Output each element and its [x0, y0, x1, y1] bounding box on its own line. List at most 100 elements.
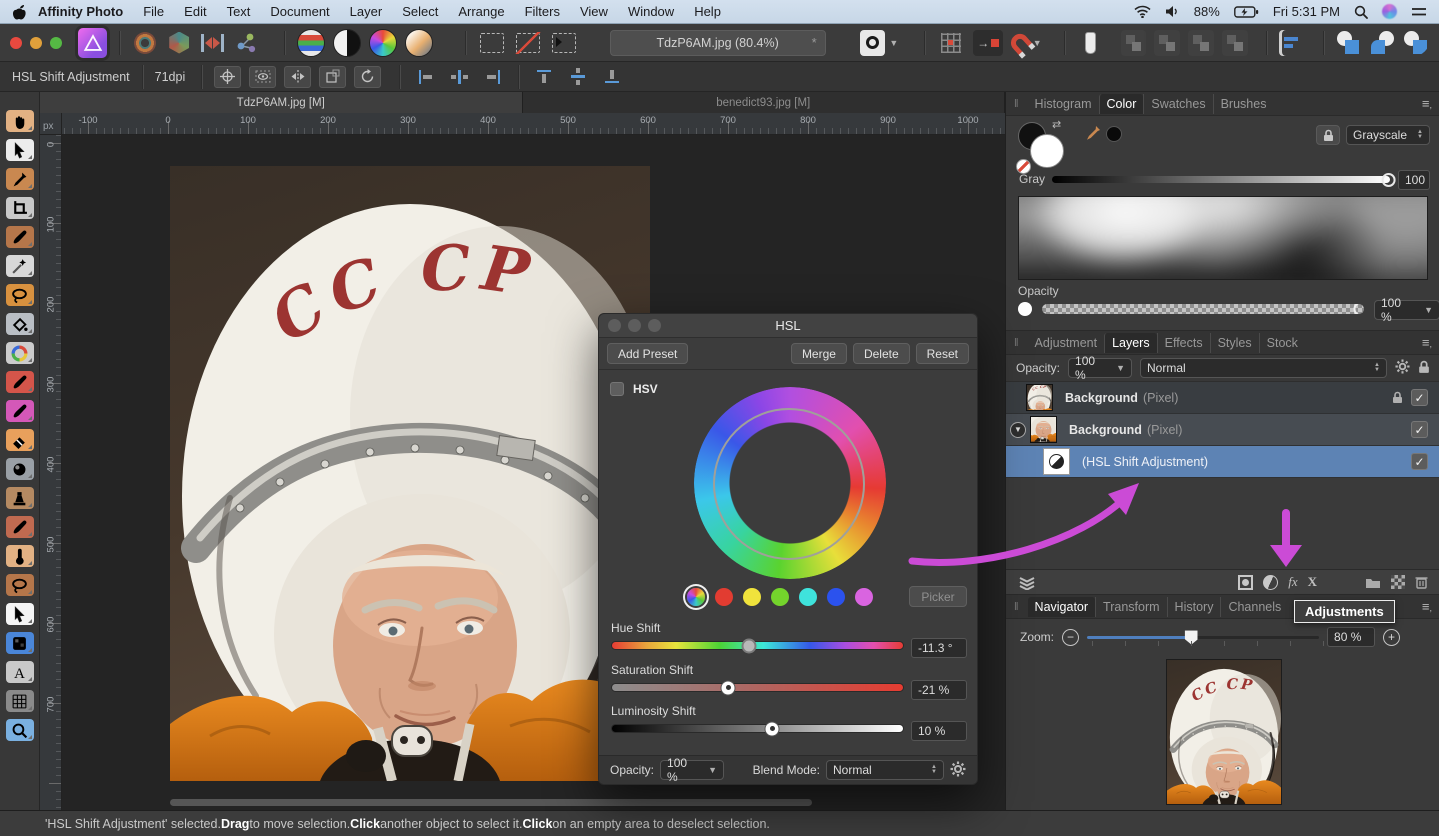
align-right-button[interactable]	[480, 66, 506, 88]
view-tool[interactable]	[6, 110, 34, 132]
menu-item[interactable]: Arrange	[448, 4, 514, 19]
hsl-adjustment-icon[interactable]	[369, 29, 397, 57]
selection-brush-tool[interactable]	[6, 255, 34, 277]
adjustment-layer-icon[interactable]	[1263, 575, 1278, 590]
recent-color-swatch[interactable]	[1106, 126, 1122, 142]
layer-visibility-checkbox[interactable]: ✓	[1411, 421, 1428, 438]
menu-item[interactable]: View	[570, 4, 618, 19]
hue-shift-value[interactable]: -11.3 °	[911, 638, 967, 658]
layer-row-hsl-adjustment[interactable]: (HSL Shift Adjustment) ✓	[1006, 446, 1439, 478]
menu-app-name[interactable]: Affinity Photo	[38, 4, 123, 19]
menu-item[interactable]: Select	[392, 4, 448, 19]
vertical-ruler[interactable]: 0100200300400500600700	[40, 135, 62, 810]
photo-persona-icon[interactable]	[132, 30, 158, 56]
blur-brush-tool[interactable]	[6, 545, 34, 567]
color-picker-tool[interactable]	[6, 168, 34, 190]
navigator-panel-tab[interactable]: Channels	[1220, 597, 1288, 617]
live-filter-icon[interactable]: X	[1308, 574, 1317, 590]
saturation-shift-handle[interactable]	[721, 680, 736, 695]
pixel-tool[interactable]	[6, 632, 34, 654]
layer-row-background[interactable]: ▼ Background (Pixel) ✓	[1006, 414, 1439, 446]
magentas-channel-swatch[interactable]	[855, 588, 873, 606]
arrange-front-button[interactable]	[1222, 30, 1248, 56]
navigator-panel-tab[interactable]: Navigator	[1028, 597, 1096, 617]
gray-slider-handle[interactable]	[1382, 173, 1396, 187]
arrange-back-one-button[interactable]	[1154, 30, 1180, 56]
reds-channel-swatch[interactable]	[715, 588, 733, 606]
layers-panel-tab[interactable]: Stock	[1259, 333, 1305, 353]
layers-blend-mode-dropdown[interactable]: Normal▲▼	[1140, 358, 1387, 378]
menu-item[interactable]: Filters	[515, 4, 570, 19]
hsl-dialog-titlebar[interactable]: HSL	[599, 314, 977, 338]
dialog-opacity-dropdown[interactable]: 100 %▼	[660, 760, 724, 780]
align-center-button[interactable]	[446, 66, 472, 88]
clone-brush-tool[interactable]	[6, 487, 34, 509]
document-tab[interactable]: benedict93.jpg [M]	[523, 92, 1006, 113]
move-tool[interactable]	[6, 139, 34, 161]
add-preset-button[interactable]: Add Preset	[607, 343, 688, 364]
color-panel-tab[interactable]: Color	[1099, 94, 1144, 114]
paint-brush-tool[interactable]	[6, 371, 34, 393]
move-by-whole-pixels-toggle[interactable]: →	[973, 30, 1003, 56]
hue-wheel[interactable]	[694, 387, 886, 579]
spotlight-search-icon[interactable]	[1354, 5, 1368, 19]
navigator-panel-menu-icon[interactable]: ≡,	[1422, 599, 1432, 614]
layer-visibility-checkbox[interactable]: ✓	[1411, 389, 1428, 406]
zoom-tool[interactable]	[6, 719, 34, 741]
document-title-field[interactable]: TdzP6AM.jpg (80.4%) *	[610, 30, 826, 56]
luminosity-shift-value[interactable]: 10 %	[911, 721, 967, 741]
new-selection-icon[interactable]	[478, 29, 506, 57]
adjustment-layer-thumbnail[interactable]	[1043, 448, 1070, 475]
hue-shift-slider[interactable]	[611, 641, 904, 650]
gradient-tool[interactable]	[6, 342, 34, 364]
new-group-icon[interactable]	[1365, 576, 1381, 589]
layer-visibility-checkbox[interactable]: ✓	[1411, 453, 1428, 470]
arrange-forward-one-button[interactable]	[1188, 30, 1214, 56]
menu-item[interactable]: File	[133, 4, 174, 19]
master-channel-swatch[interactable]	[687, 588, 705, 606]
color-lock-button[interactable]	[1316, 125, 1340, 145]
layers-panel-menu-icon[interactable]: ≡,	[1422, 335, 1432, 350]
cyans-channel-swatch[interactable]	[799, 588, 817, 606]
delete-layer-icon[interactable]	[1415, 575, 1428, 589]
hsv-checkbox[interactable]	[610, 382, 624, 396]
menu-item[interactable]: Document	[260, 4, 339, 19]
menu-clock[interactable]: Fri 5:31 PM	[1273, 4, 1340, 19]
transform-origin-icon[interactable]	[214, 66, 241, 88]
color-panel-tab[interactable]: Swatches	[1143, 94, 1212, 114]
panel-opacity-dropdown[interactable]: 100 %▼	[1374, 300, 1439, 320]
navigator-thumbnail[interactable]	[1167, 660, 1281, 804]
opacity-slider[interactable]	[1042, 304, 1364, 314]
siri-icon[interactable]	[1382, 4, 1397, 19]
menu-item[interactable]: Window	[618, 4, 684, 19]
colour-replacement-brush-tool[interactable]	[6, 400, 34, 422]
greens-channel-swatch[interactable]	[771, 588, 789, 606]
layers-panel-tab[interactable]: Layers	[1104, 333, 1157, 353]
reset-button[interactable]: Reset	[916, 343, 969, 364]
volume-icon[interactable]	[1165, 5, 1180, 18]
dialog-window-buttons[interactable]	[608, 319, 661, 332]
menu-item[interactable]: Text	[217, 4, 261, 19]
apple-menu-icon[interactable]	[12, 4, 26, 20]
window-close-button[interactable]	[10, 37, 22, 49]
new-layer-icon[interactable]	[1391, 575, 1405, 589]
horizontal-scrollbar[interactable]	[170, 799, 812, 806]
document-tab[interactable]: TdzP6AM.jpg [M]	[40, 92, 523, 113]
merge-button[interactable]: Merge	[791, 343, 847, 364]
boolean-intersect-button[interactable]	[1403, 30, 1429, 56]
zoom-slider[interactable]	[1087, 636, 1319, 639]
gray-slider[interactable]	[1052, 176, 1390, 183]
layers-gear-icon[interactable]	[1395, 359, 1410, 377]
boolean-subtract-button[interactable]	[1369, 30, 1395, 56]
grayscale-picker-area[interactable]	[1018, 196, 1428, 280]
opacity-slider-handle[interactable]	[1354, 304, 1365, 314]
align-bottom-button[interactable]	[599, 66, 625, 88]
swap-colors-icon[interactable]: ⇄	[1052, 118, 1061, 131]
menu-item[interactable]: Help	[684, 4, 731, 19]
blend-mode-dropdown[interactable]: Normal▲▼	[826, 760, 944, 780]
mask-layer-icon[interactable]	[1238, 575, 1253, 590]
flip-horizontal-icon[interactable]	[284, 66, 311, 88]
color-panel-tab[interactable]: Brushes	[1213, 94, 1274, 114]
pixel-grid-toggle[interactable]	[937, 29, 965, 57]
hide-selection-icon[interactable]	[249, 66, 276, 88]
